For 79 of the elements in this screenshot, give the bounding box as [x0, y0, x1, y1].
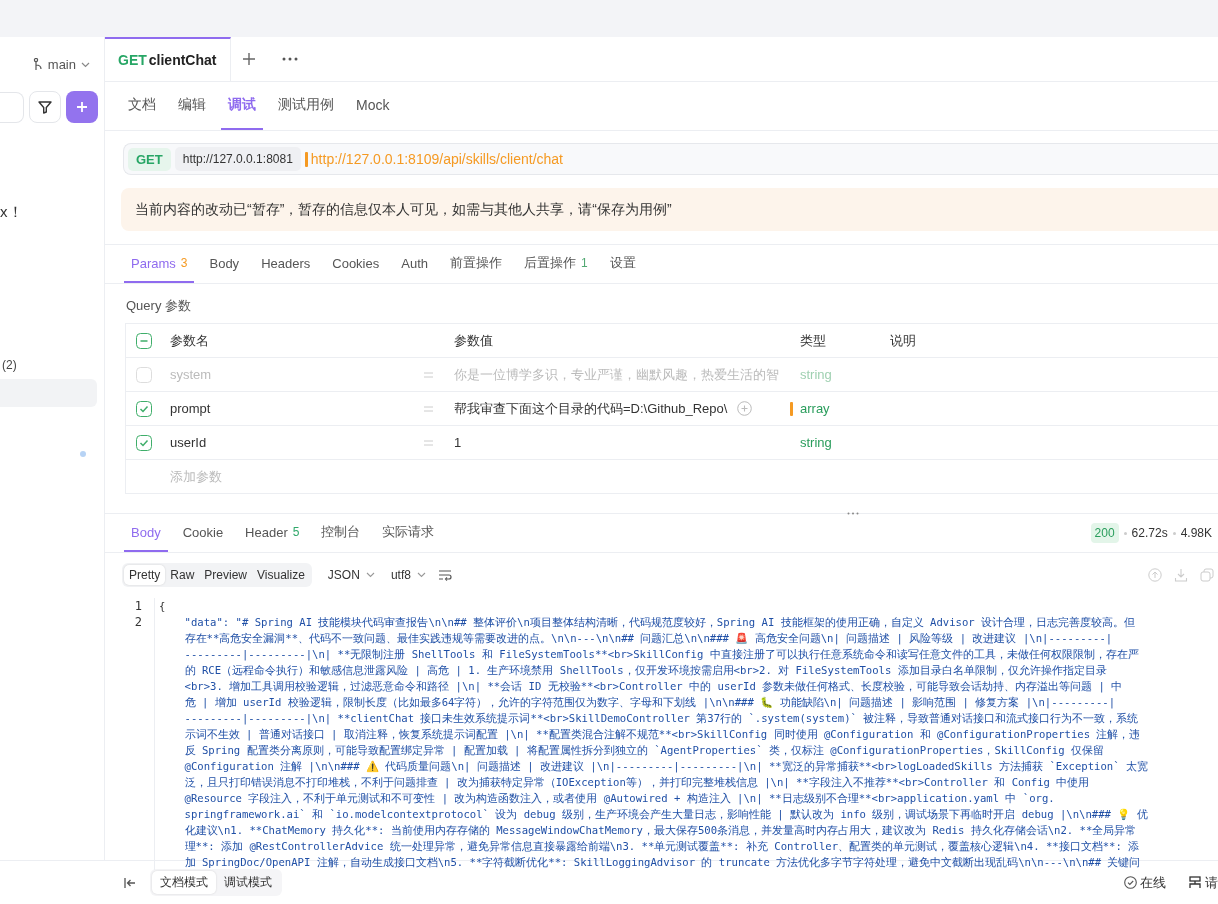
column-header: 类型	[800, 331, 827, 350]
view-tab[interactable]: Pretty	[124, 565, 166, 585]
param-name[interactable]: userId	[170, 435, 207, 450]
tab[interactable]: 编辑	[171, 82, 213, 130]
copy-icon	[1200, 568, 1214, 582]
chevron-down-icon	[365, 572, 375, 578]
request-tab[interactable]: GETclientChat	[105, 37, 232, 81]
status-code: 200	[1090, 523, 1119, 543]
tab[interactable]: Cookie	[175, 514, 231, 552]
tab[interactable]: 调试	[221, 82, 263, 130]
tab[interactable]: Headers	[254, 245, 318, 283]
tab[interactable]: Auth	[394, 245, 435, 283]
search-field[interactable]	[0, 91, 24, 123]
tab[interactable]: Body	[124, 514, 168, 552]
mode-tab[interactable]: 调试模式	[216, 871, 280, 894]
line-number: 2	[105, 614, 155, 870]
section-title: Query 参数	[126, 297, 192, 315]
equals-icon	[424, 371, 433, 378]
param-value[interactable]: 1	[454, 435, 462, 450]
add-button[interactable]	[66, 91, 98, 123]
checkbox[interactable]	[136, 434, 152, 451]
response-size: 4.98K	[1180, 526, 1212, 540]
filter-button[interactable]	[29, 91, 61, 123]
check-circle-icon	[1124, 876, 1137, 889]
collapse-icon	[124, 876, 136, 889]
sidebar-text: x！	[0, 203, 24, 222]
line-number: 1	[105, 598, 155, 614]
tab[interactable]: 控制台	[314, 514, 368, 552]
tab[interactable]: Params 3	[124, 245, 195, 283]
more-icon	[282, 57, 299, 61]
upload-icon	[1148, 568, 1162, 582]
checkbox[interactable]	[136, 400, 152, 417]
tab[interactable]: 测试用例	[271, 82, 341, 130]
branch-icon	[32, 58, 43, 71]
plus-circle-icon	[737, 401, 753, 416]
code-text: "data": "# Spring AI 技能模块代码审查报告\n\n## 整体评价\n项目整体结构清晰，代码规范度较好，Spring AI 技能框架的使用正确，自定义 Advisor 设计合理，日志完善度较高。但 存在**高危安全漏洞**、代码不一致问题、最佳实践违规等需要改进的点。\n\n---\n\n## 问题汇总\n\n### 🚨 高危安全问题\n| 问题描述 | 风险等级 | 改进建议 |\n|---------| ---------|---------|\n| **无限制注册 ShellTools 和 FileSystemTools**<br>SkillConfig 中直接注册了可以执行任意系统命令和读写任意文件的工具，未做任何权限限制，存在严 的 RCE（远程命令执行）和敏感信息泄露风险 | 高危 | 1. 生产环境禁用 ShellTools，仅开发环境按需启用<br>2. 对 FileSystemTools 添加目录白名单限制，仅允许操作指定目录 <br>3. 增加工具调用校验逻辑，过滤恶意命令和路径 |\n| **会话 ID 无校验**<br>Controller 中的 userId 参数未做任何格式、长度校验，可能导致会话劫持、内存溢出等问题 | 中 危 | 增加 userId 校验逻辑，限制长度（比如最多64字符），允许的字符范围仅为数字、字母和下划线 |\n\n### 🐛 功能缺陷\n| 问题描述 | 影响范围 | 修复方案 |\n|---------| ---------|---------|\n| **clientChat 接口未生效系统提示词**<br>SkillDemoController 第37行的 `.system(system)` 被注释，导致普通对话接口和流式接口行为不一致，系统 示词不生效 | 普通对话接口 | 取消注释，恢复系统提示词配置 |\n| **配置类混合注解不规范**<br>SkillConfig 同时使用 @Configuration 和 @ConfigurationProperties 注解，违 反 Spring 配置类分离原则，可能导致配置绑定异常 | 配置加载 | 将配置属性拆分到独立的 `AgentProperties` 类，仅标注 @ConfigurationProperties，SkillConfig 仅保留 @Configuration 注解 |\n\n### ⚠ 代码质量问题\n| 问题描述 | 改进建议 |\n|---------|---------|\n| **宽泛的异常捕获**<br>logLoadedSkills 方法捕获 `Exception` 太宽 泛，且只打印错误消息不打印堆栈，不利于问题排查 | 改为捕获特定异常（IOException等），并打印完整堆栈信息 |\n| **字段注入不推荐**<br>Controller 和 Config 中使用 @Resource 字段注入，不利于单元测试和不可变性 | 改为构造函数注入，或者使用 @Autowired + 构造注入 |\n| **日志级别不合理**<br>application.yaml 中 `org. springframework.ai` 和 `io.modelcontextprotocol` 设为 debug 级别，生产环境会产生大量日志，影响性能 | 默认改为 info 级别，调试场景下再临时开启 debug |\n\n### 💡 优 化建议\n1. **ChatMemory 持久化**: 当前使用内存存储的 MessageWindowChatMemory，最大保存500条消息，并发量高时内存占用大，建议改为 Redis 持久化存储会话\n2. **全局异常 理**: 添加 @RestControllerAdvice 统一处理异常，避免异常信息直接暴露给前端\n3. **单元测试覆盖**: 补充 Controller、配置类的单元测试，覆盖核心逻辑\n4. **接口文档**: 添 加 SpringDoc/OpenAPI 注解，自动生成接口文档\n5. **字符截断优化**: SkillLoggingAdvisor 的 truncate 方法优化多字节字符处理，避免中文截断出现乱码\n\n---\n\n## 关键问	[183, 615, 1148, 870]
tab[interactable]: 设置	[602, 245, 643, 283]
chevron-down-icon	[81, 61, 90, 68]
tab[interactable]: Mock	[349, 82, 397, 130]
view-tab[interactable]: Preview	[199, 565, 253, 585]
filter-icon	[37, 99, 53, 115]
column-header: 参数名	[169, 331, 210, 350]
column-header: 说明	[890, 331, 917, 350]
download-icon	[1174, 568, 1188, 582]
response-time: 62.72s	[1131, 526, 1168, 540]
footer-link[interactable]: 请	[1188, 873, 1218, 892]
view-tab[interactable]: Visualize	[252, 565, 310, 585]
param-type[interactable]: string	[800, 435, 832, 450]
select-all-checkbox-icon	[136, 332, 152, 349]
notice-banner: 当前内容的改动已“暂存”，暂存的信息仅本人可见，如需与其他人共享，请“保存为用例”	[121, 188, 1218, 231]
param-type[interactable]: array	[800, 401, 830, 416]
plus-icon	[76, 101, 88, 113]
equals-icon	[424, 405, 433, 412]
tab[interactable]: 实际请求	[375, 514, 442, 552]
drag-handle-icon	[847, 512, 859, 515]
tab[interactable]: Header 5	[238, 514, 307, 552]
tab[interactable]: 文档	[121, 82, 163, 130]
column-header: 参数值	[454, 331, 494, 350]
param-value[interactable]: 帮我审查下面这个目录的代码=D:\Github_Repo\	[454, 399, 728, 418]
network-icon	[1188, 876, 1202, 889]
chevron-down-icon	[416, 572, 426, 578]
status-dot-icon	[80, 451, 86, 457]
branch-selector[interactable]: main	[32, 57, 90, 72]
tab[interactable]: 后置操作 1	[517, 245, 595, 283]
tab[interactable]: Cookies	[325, 245, 387, 283]
base-url-selector[interactable]: http://127.0.0.1:8081	[174, 147, 301, 171]
item-count: (2)	[2, 358, 18, 372]
online-status[interactable]: 在线	[1124, 873, 1166, 892]
format-dropdown[interactable]: JSON	[327, 568, 375, 582]
code-text: {	[158, 599, 166, 614]
format-dropdown[interactable]: utf8	[390, 568, 426, 582]
wrap-icon	[437, 569, 452, 581]
equals-icon	[424, 439, 433, 446]
plus-icon	[242, 52, 257, 66]
param-name[interactable]: prompt	[170, 401, 211, 416]
tab[interactable]: Body	[202, 245, 247, 283]
mode-tab[interactable]: 文档模式	[152, 871, 216, 894]
tab[interactable]: 前置操作	[443, 245, 509, 283]
view-tab[interactable]: Raw	[165, 565, 200, 585]
